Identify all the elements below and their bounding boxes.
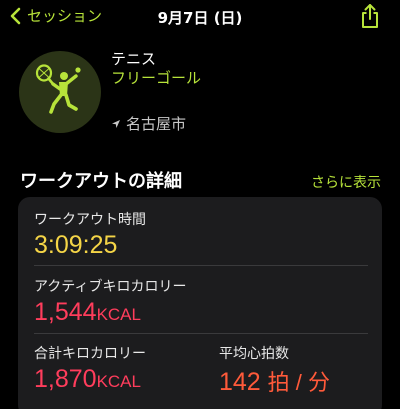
navigation-bar: セッション 9月7日 (日)	[0, 0, 400, 34]
activity-icon-circle	[19, 51, 101, 133]
share-icon	[360, 4, 380, 33]
metric-value: 1,870KCAL	[34, 365, 146, 394]
location: 名古屋市	[111, 113, 186, 134]
divider	[34, 265, 368, 266]
metric-label: 合計キロカロリー	[34, 346, 146, 362]
metric-workout-time: ワークアウト時間 3:09:25	[34, 209, 146, 260]
section-title: ワークアウトの詳細	[20, 171, 182, 192]
metric-avg-heart-rate: 平均心拍数 142 拍 / 分	[219, 343, 330, 397]
total-kcal-unit: KCAL	[96, 372, 141, 391]
active-kcal-value: 1,544	[34, 298, 97, 326]
location-arrow-icon	[111, 115, 121, 133]
workout-details-card: ワークアウト時間 3:09:25 アクティブキロカロリー 1,544KCAL 合…	[18, 197, 382, 409]
avg-hr-value: 142	[219, 368, 261, 396]
metric-total-kcal: 合計キロカロリー 1,870KCAL	[34, 343, 146, 394]
workout-time-value: 3:09:25	[34, 231, 118, 259]
avg-hr-unit: 拍 / 分	[267, 370, 331, 395]
metric-label: ワークアウト時間	[34, 212, 146, 228]
activity-subtype: フリーゴール	[111, 69, 202, 87]
metric-value: 1,544KCAL	[34, 298, 186, 327]
metric-value: 142 拍 / 分	[219, 365, 330, 397]
active-kcal-unit: KCAL	[96, 305, 141, 324]
divider	[34, 333, 368, 334]
total-kcal-value: 1,870	[34, 365, 97, 393]
location-label: 名古屋市	[126, 115, 187, 133]
share-button[interactable]	[360, 3, 380, 33]
page-title: 9月7日 (日)	[157, 9, 243, 27]
metric-value: 3:09:25	[34, 231, 146, 260]
metric-label: アクティブキロカロリー	[34, 279, 187, 295]
metric-active-kcal: アクティブキロカロリー 1,544KCAL	[34, 276, 186, 327]
metric-label: 平均心拍数	[219, 346, 289, 362]
activity-type: テニス	[111, 50, 157, 68]
show-more-link[interactable]: さらに表示	[311, 172, 381, 192]
tennis-player-icon	[34, 62, 86, 122]
